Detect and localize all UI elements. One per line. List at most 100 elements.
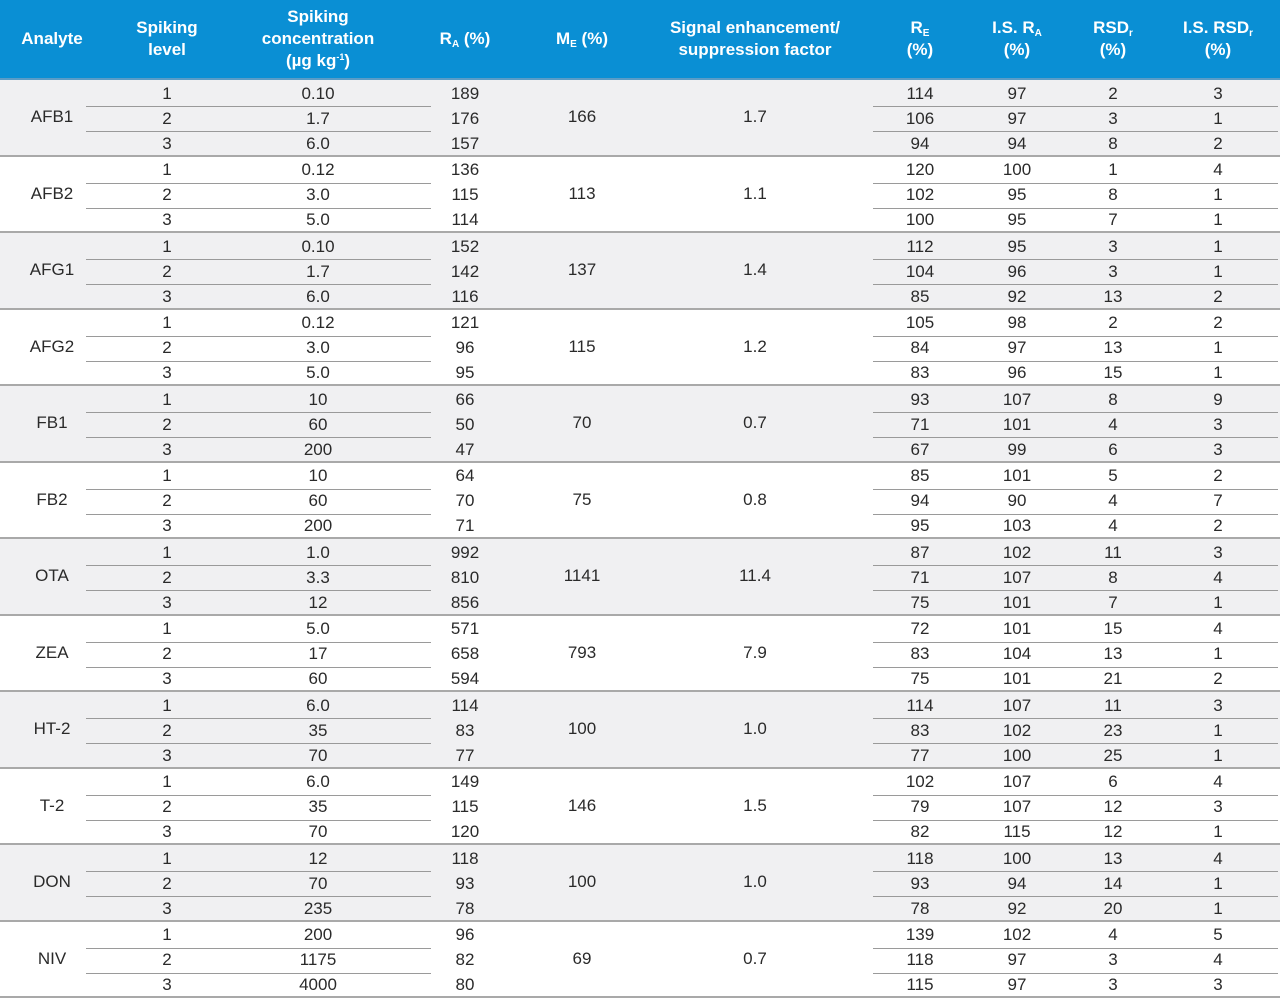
signal-factor-value: 11.4 — [739, 566, 771, 586]
cell-conc: 4000 — [299, 975, 337, 994]
cell-ra: 82 — [455, 950, 475, 969]
analyte-name: ZEA — [35, 642, 69, 662]
signal-factor-value: 1.7 — [743, 107, 767, 127]
signal-factor-value: 1.1 — [743, 183, 767, 203]
cell-isra: 101 — [1002, 592, 1032, 612]
cell-re: 75 — [910, 592, 930, 612]
cell-level: 3 — [162, 363, 172, 382]
cell-ra: 115 — [451, 797, 479, 816]
cell-ra: 571 — [450, 619, 480, 638]
header-signal-factor: Signal enhancement/suppression factor — [669, 18, 841, 59]
cell-ra: 856 — [450, 592, 480, 612]
cell-level: 2 — [162, 491, 172, 510]
analyte-group: DON 100 1.0 1 12 118 118 100 13 4 2 70 93 93 94 14 1 3 235… — [0, 845, 1280, 922]
cell-ra: 80 — [455, 975, 475, 994]
analyte-name: DON — [33, 872, 71, 892]
cell-conc: 6.0 — [306, 133, 330, 153]
cell-ra: 47 — [455, 439, 475, 459]
cell-ra: 115 — [451, 185, 479, 204]
analyte-group: FB2 75 0.8 1 10 64 85 101 5 2 2 60 70 94 90 4 7 3 200 71 95 1… — [0, 462, 1280, 539]
cell-rsd: 3 — [1108, 108, 1118, 128]
cell-ra: 189 — [450, 83, 480, 103]
cell-isra: 101 — [1002, 414, 1032, 434]
cell-level: 2 — [162, 261, 172, 281]
cell-rsd: 3 — [1108, 261, 1118, 281]
cell-isra: 96 — [1007, 261, 1027, 281]
header-spiking-level: Spiking level — [136, 18, 198, 59]
cell-conc: 3.0 — [306, 338, 330, 357]
cell-isrsd: 2 — [1213, 133, 1223, 153]
cell-level: 3 — [162, 822, 172, 841]
analyte-name: OTA — [35, 566, 69, 586]
cell-level: 1 — [162, 83, 172, 103]
cell-isra: 94 — [1007, 133, 1027, 153]
cell-conc: 35 — [308, 797, 328, 816]
cell-isra: 115 — [1003, 822, 1031, 841]
cell-re: 114 — [906, 695, 934, 715]
cell-isra: 102 — [1002, 720, 1032, 740]
analyte-group: AFG2 115 1.2 1 0.12 121 105 98 2 2 2 3.0 96 84 97 13 1 3 5… — [0, 309, 1280, 386]
cell-rsd: 20 — [1103, 898, 1123, 918]
cell-isrsd: 1 — [1213, 210, 1223, 229]
cell-conc: 5.0 — [306, 363, 330, 382]
cell-ra: 118 — [451, 848, 479, 868]
cell-rsd: 8 — [1108, 133, 1118, 153]
signal-factor-value: 7.9 — [743, 642, 767, 662]
cell-isrsd: 3 — [1213, 439, 1223, 459]
cell-isra: 95 — [1007, 236, 1027, 256]
cell-re: 71 — [910, 414, 930, 434]
cell-conc: 0.10 — [301, 83, 335, 103]
cell-conc: 6.0 — [306, 286, 330, 306]
cell-ra: 152 — [450, 236, 480, 256]
cell-rsd: 8 — [1108, 185, 1118, 204]
cell-re: 118 — [906, 950, 934, 969]
cell-isrsd: 2 — [1213, 466, 1223, 485]
cell-level: 2 — [162, 644, 172, 663]
cell-rsd: 14 — [1103, 873, 1123, 893]
analyte-group: OTA 1141 11.4 1 1.0 992 87 102 11 3 2 3.3 810 71 107 8 4… — [0, 539, 1280, 616]
cell-rsd: 8 — [1108, 567, 1118, 587]
analyte-name: NIV — [37, 948, 67, 968]
header-analyte: Analyte — [21, 29, 83, 48]
cell-isra: 96 — [1007, 363, 1027, 382]
cell-isra: 104 — [1002, 644, 1032, 663]
analyte-group: T-2 146 1.5 1 6.0 149 102 107 6 4 2 35 115 79 107 12 3 3 7… — [0, 768, 1280, 845]
cell-conc: 70 — [308, 745, 328, 765]
cell-isrsd: 1 — [1213, 745, 1223, 765]
cell-isra: 97 — [1007, 975, 1027, 994]
cell-isrsd: 3 — [1213, 797, 1223, 816]
analyte-name: AFB2 — [30, 183, 74, 203]
cell-isrsd: 4 — [1213, 160, 1223, 179]
cell-level: 1 — [162, 389, 172, 409]
cell-isrsd: 3 — [1213, 695, 1223, 715]
cell-rsd: 21 — [1103, 669, 1123, 688]
cell-ra: 136 — [450, 160, 480, 179]
cell-isrsd: 3 — [1213, 975, 1223, 994]
cell-isra: 103 — [1002, 516, 1032, 535]
header-is-rsd: I.S. RSDr (%) — [1182, 18, 1254, 59]
cell-conc: 235 — [303, 898, 333, 918]
cell-rsd: 4 — [1108, 414, 1118, 434]
cell-level: 3 — [162, 516, 172, 535]
cell-re: 139 — [905, 925, 935, 944]
cell-isrsd: 1 — [1213, 236, 1223, 256]
matrix-effect-value: 1141 — [563, 566, 601, 586]
cell-conc: 10 — [308, 389, 328, 409]
cell-rsd: 13 — [1103, 848, 1123, 868]
cell-re: 94 — [910, 133, 930, 153]
cell-re: 77 — [910, 745, 930, 765]
cell-isrsd: 1 — [1213, 185, 1223, 204]
cell-level: 2 — [162, 108, 172, 128]
cell-ra: 96 — [455, 925, 475, 944]
cell-re: 83 — [910, 644, 930, 663]
cell-level: 3 — [162, 975, 172, 994]
cell-conc: 200 — [303, 516, 333, 535]
cell-rsd: 6 — [1108, 439, 1118, 459]
cell-isra: 97 — [1007, 108, 1027, 128]
table-body: AFB1 166 1.7 1 0.10 189 114 97 2 3 2 1.7 176 106 97 3 1 3… — [0, 80, 1280, 998]
cell-level: 3 — [162, 286, 172, 306]
cell-rsd: 25 — [1103, 745, 1123, 765]
cell-isra: 97 — [1007, 950, 1027, 969]
cell-ra: 95 — [455, 363, 475, 382]
cell-rsd: 4 — [1108, 491, 1118, 510]
